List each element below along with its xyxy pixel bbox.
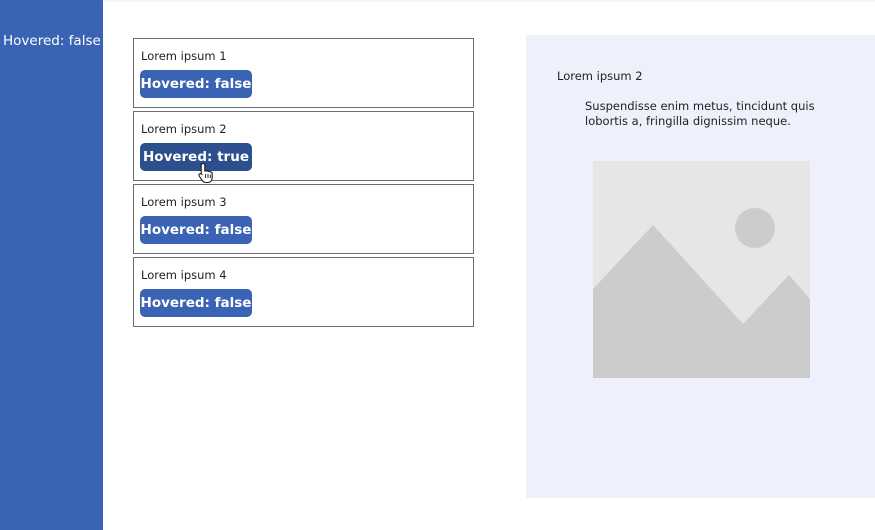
detail-title: Lorem ipsum 2 (557, 69, 643, 83)
gallery-item-title: Lorem ipsum 1 (141, 49, 227, 63)
gallery-item-title: Lorem ipsum 4 (141, 268, 227, 282)
hover-status-button[interactable]: Hovered: false (140, 216, 252, 244)
gallery-item-3[interactable]: Lorem ipsum 3 Hovered: false (133, 184, 474, 254)
hover-status-button[interactable]: Hovered: false (140, 289, 252, 317)
hover-status-button[interactable]: Hovered: true (140, 143, 252, 171)
gallery-item-title: Lorem ipsum 3 (141, 195, 227, 209)
app-canvas: Hovered: false Lorem ipsum 1 Hovered: fa… (0, 0, 875, 530)
detail-panel: Lorem ipsum 2 Suspendisse enim metus, ti… (526, 35, 875, 498)
sidebar: Hovered: false (0, 0, 103, 530)
hover-status-button[interactable]: Hovered: false (140, 70, 252, 98)
gallery-item-1[interactable]: Lorem ipsum 1 Hovered: false (133, 38, 474, 108)
sidebar-hover-status: Hovered: false (3, 33, 101, 49)
image-placeholder-icon (593, 161, 810, 378)
gallery-item-title: Lorem ipsum 2 (141, 122, 227, 136)
detail-body-text: Suspendisse enim metus, tincidunt quis l… (585, 99, 815, 128)
top-divider (103, 0, 875, 2)
gallery-item-2[interactable]: Lorem ipsum 2 Hovered: true (133, 111, 474, 181)
gallery-item-4[interactable]: Lorem ipsum 4 Hovered: false (133, 257, 474, 327)
hand-pointer-cursor-icon (198, 162, 213, 184)
